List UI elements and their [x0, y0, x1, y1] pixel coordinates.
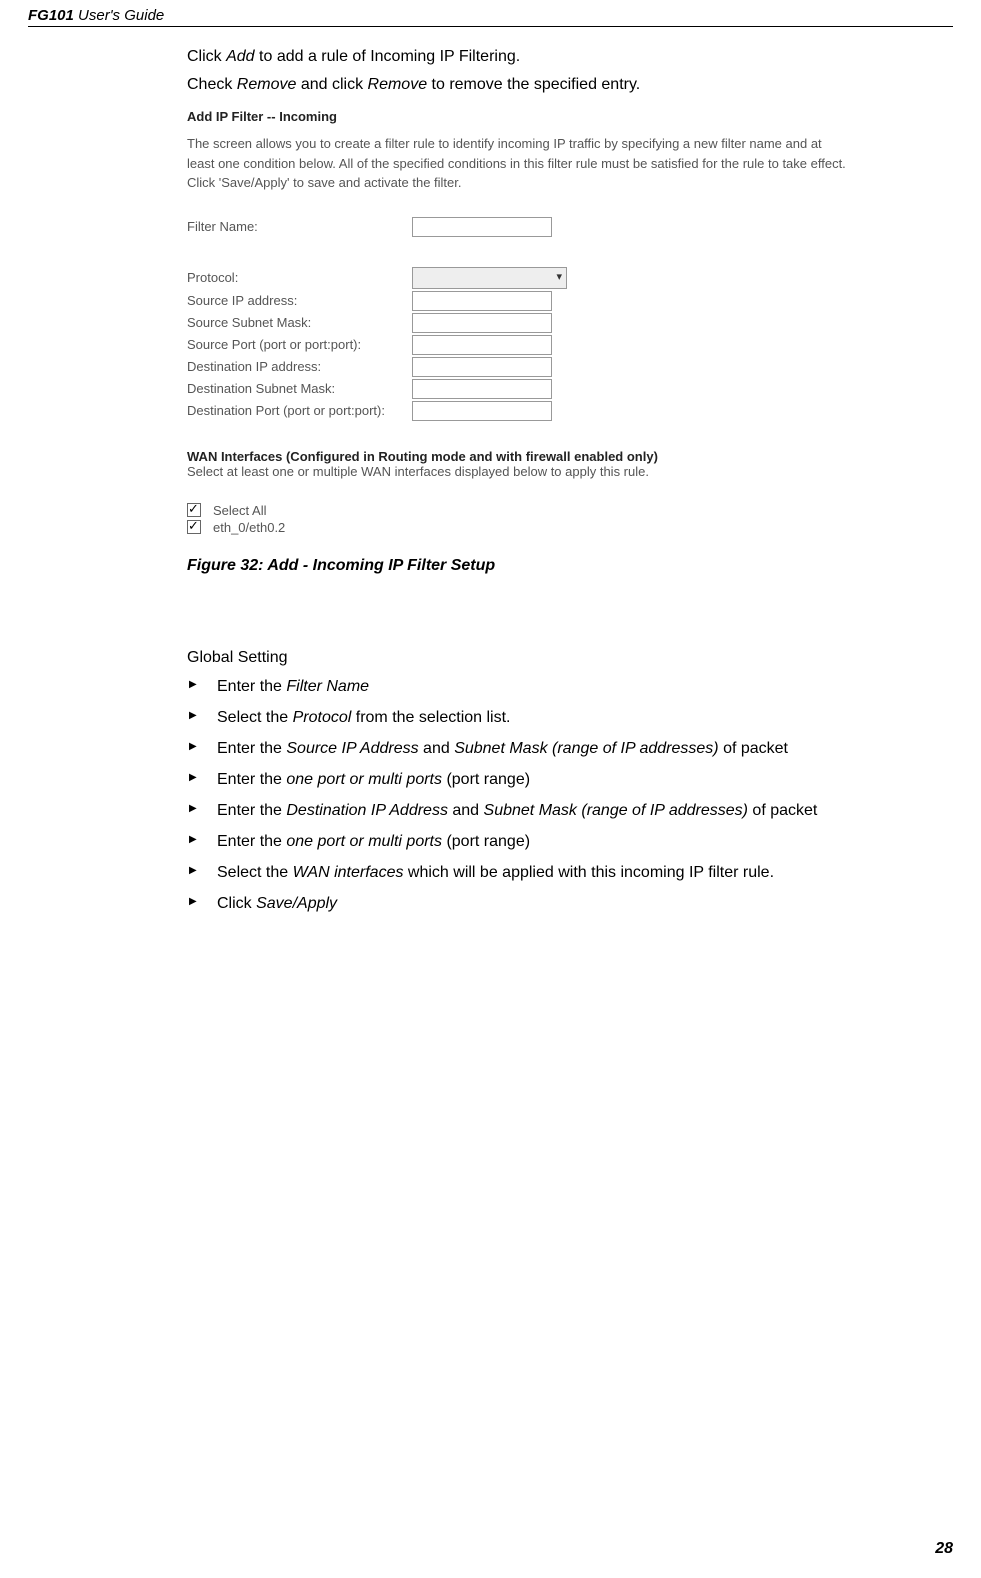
list-item: Enter the one port or multi ports (port … [217, 830, 953, 854]
input-dst-port[interactable] [412, 401, 552, 421]
text: (port range) [442, 771, 530, 788]
label-dst-port: Destination Port (port or port:port): [187, 403, 412, 418]
row-dst-mask: Destination Subnet Mask: [187, 379, 847, 399]
remove-keyword: Remove [368, 76, 428, 93]
list-item: Click Save/Apply [217, 892, 953, 916]
label-dst-mask: Destination Subnet Mask: [187, 381, 412, 396]
remove-keyword: Remove [237, 76, 297, 93]
list-item: Enter the Filter Name [217, 675, 953, 699]
list-item: Select the Protocol from the selection l… [217, 706, 953, 730]
row-src-mask: Source Subnet Mask: [187, 313, 847, 333]
keyword: one port or multi ports [286, 833, 442, 850]
label-protocol: Protocol: [187, 270, 412, 285]
text: (port range) [442, 833, 530, 850]
page-number: 28 [935, 1540, 953, 1558]
input-src-ip[interactable] [412, 291, 552, 311]
row-src-ip: Source IP address: [187, 291, 847, 311]
header-divider [28, 26, 953, 27]
keyword: Source IP Address [286, 740, 418, 757]
input-src-mask[interactable] [412, 313, 552, 333]
input-src-port[interactable] [412, 335, 552, 355]
text: to remove the specified entry. [427, 76, 640, 93]
keyword: Subnet Mask (range of IP addresses) [484, 802, 748, 819]
keyword: Subnet Mask (range of IP addresses) [454, 740, 718, 757]
label-dst-ip: Destination IP address: [187, 359, 412, 374]
text: and [448, 802, 484, 819]
text: Select the [217, 864, 293, 881]
text: Enter the [217, 678, 286, 695]
text: Click [217, 895, 256, 912]
text: Enter the [217, 833, 286, 850]
keyword: Destination IP Address [286, 802, 448, 819]
wan-title: WAN Interfaces (Configured in Routing mo… [187, 449, 847, 464]
wan-description: Select at least one or multiple WAN inte… [187, 464, 847, 479]
input-filter-name[interactable] [412, 217, 552, 237]
checkbox-label: Select All [213, 503, 266, 518]
label-src-port: Source Port (port or port:port): [187, 337, 412, 352]
checkbox-label: eth_0/eth0.2 [213, 520, 285, 535]
checkbox-select-all[interactable] [187, 503, 201, 517]
keyword: Filter Name [286, 678, 369, 695]
label-filter-name: Filter Name: [187, 219, 412, 234]
header-product: FG101 [28, 7, 74, 24]
text: to add a rule of Incoming IP Filtering. [255, 48, 521, 65]
checkbox-row-eth: eth_0/eth0.2 [187, 520, 847, 535]
row-protocol: Protocol: [187, 267, 847, 289]
text: of packet [719, 740, 788, 757]
input-dst-ip[interactable] [412, 357, 552, 377]
figure-caption: Figure 32: Add - Incoming IP Filter Setu… [187, 557, 953, 575]
text: of packet [748, 802, 817, 819]
checkbox-eth[interactable] [187, 520, 201, 534]
page-content: Click Add to add a rule of Incoming IP F… [187, 45, 953, 923]
router-screenshot: Add IP Filter -- Incoming The screen all… [187, 109, 847, 535]
list-item: Enter the Destination IP Address and Sub… [217, 799, 953, 823]
intro-line-2: Check Remove and click Remove to remove … [187, 73, 953, 97]
router-description: The screen allows you to create a filter… [187, 134, 847, 193]
input-dst-mask[interactable] [412, 379, 552, 399]
text: Click [187, 48, 226, 65]
add-keyword: Add [226, 48, 254, 65]
header-title: FG101 User's Guide [28, 7, 164, 24]
keyword: Protocol [293, 709, 352, 726]
label-src-ip: Source IP address: [187, 293, 412, 308]
row-src-port: Source Port (port or port:port): [187, 335, 847, 355]
checkbox-row-select-all: Select All [187, 503, 847, 518]
text: from the selection list. [351, 709, 510, 726]
row-filter-name: Filter Name: [187, 217, 847, 237]
select-protocol[interactable] [412, 267, 567, 289]
intro-line-1: Click Add to add a rule of Incoming IP F… [187, 45, 953, 69]
text: and click [296, 76, 367, 93]
text: Enter the [217, 802, 286, 819]
section-title: Global Setting [187, 649, 953, 667]
row-dst-ip: Destination IP address: [187, 357, 847, 377]
list-item: Enter the one port or multi ports (port … [217, 768, 953, 792]
text: Select the [217, 709, 293, 726]
text: which will be applied with this incoming… [403, 864, 774, 881]
text: Check [187, 76, 237, 93]
bullet-list: Enter the Filter Name Select the Protoco… [187, 675, 953, 916]
header-rest: User's Guide [74, 7, 164, 24]
keyword: Save/Apply [256, 895, 337, 912]
label-src-mask: Source Subnet Mask: [187, 315, 412, 330]
text: and [419, 740, 455, 757]
row-dst-port: Destination Port (port or port:port): [187, 401, 847, 421]
text: Enter the [217, 771, 286, 788]
list-item: Enter the Source IP Address and Subnet M… [217, 737, 953, 761]
keyword: one port or multi ports [286, 771, 442, 788]
keyword: WAN interfaces [293, 864, 404, 881]
router-title: Add IP Filter -- Incoming [187, 109, 847, 124]
list-item: Select the WAN interfaces which will be … [217, 861, 953, 885]
text: Enter the [217, 740, 286, 757]
